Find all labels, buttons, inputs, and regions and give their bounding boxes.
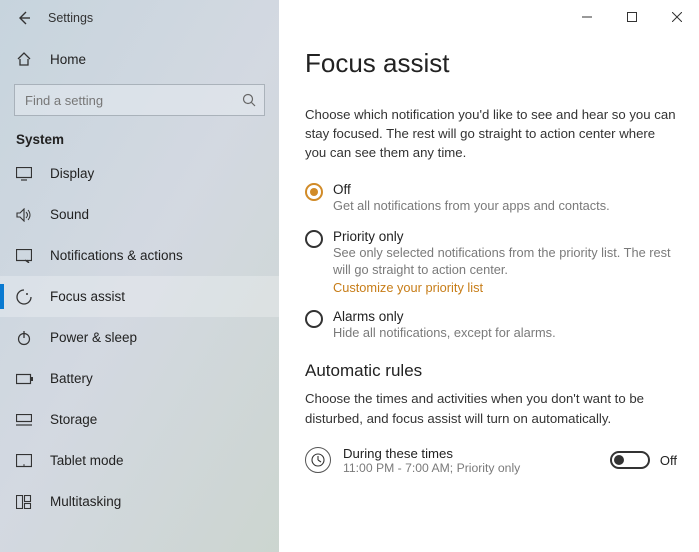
radio-title: Off xyxy=(333,182,610,197)
sidebar-item-label: Storage xyxy=(50,412,97,427)
radio-title: Alarms only xyxy=(333,309,556,324)
rule-toggle[interactable] xyxy=(610,451,650,469)
sidebar-item-multitasking[interactable]: Multitasking xyxy=(0,481,279,522)
sidebar-item-tablet[interactable]: Tablet mode xyxy=(0,440,279,481)
minimize-button[interactable] xyxy=(564,2,609,32)
rule-toggle-label: Off xyxy=(660,453,677,468)
sidebar-item-display[interactable]: Display xyxy=(0,153,279,194)
minimize-icon xyxy=(582,12,592,22)
sidebar-item-label: Sound xyxy=(50,207,89,222)
close-icon xyxy=(672,12,682,22)
sidebar: Settings Home System xyxy=(0,0,279,552)
sidebar-item-label: Focus assist xyxy=(50,289,125,304)
sidebar-item-home[interactable]: Home xyxy=(0,40,279,78)
sidebar-item-label: Tablet mode xyxy=(50,453,124,468)
home-icon xyxy=(16,51,36,67)
sidebar-item-focus-assist[interactable]: Focus assist xyxy=(0,276,279,317)
clock-icon xyxy=(305,447,331,473)
automatic-rules-heading: Automatic rules xyxy=(305,361,677,381)
focus-assist-icon xyxy=(16,289,36,305)
sound-icon xyxy=(16,208,36,222)
radio-option-off[interactable]: Off Get all notifications from your apps… xyxy=(305,182,677,214)
radio-icon xyxy=(305,230,323,248)
radio-option-alarms[interactable]: Alarms only Hide all notifications, exce… xyxy=(305,309,677,341)
sidebar-home-label: Home xyxy=(50,52,86,67)
sidebar-header: Settings xyxy=(0,0,279,36)
sidebar-item-label: Notifications & actions xyxy=(50,248,183,263)
arrow-left-icon xyxy=(16,10,32,26)
page-title: Focus assist xyxy=(305,48,677,79)
settings-window: Settings Home System xyxy=(0,0,699,552)
maximize-button[interactable] xyxy=(609,2,654,32)
window-body: Settings Home System xyxy=(0,0,699,552)
content-area[interactable]: Focus assist Choose which notification y… xyxy=(279,0,699,552)
search-icon xyxy=(242,93,256,107)
search-container xyxy=(0,78,279,126)
radio-subtitle: Hide all notifications, except for alarm… xyxy=(333,324,556,341)
sidebar-item-battery[interactable]: Battery xyxy=(0,358,279,399)
sidebar-item-label: Power & sleep xyxy=(50,330,137,345)
radio-icon xyxy=(305,183,323,201)
sidebar-item-label: Battery xyxy=(50,371,93,386)
search-input[interactable] xyxy=(23,92,242,109)
sidebar-item-power[interactable]: Power & sleep xyxy=(0,317,279,358)
sidebar-section-heading: System xyxy=(0,126,279,153)
power-icon xyxy=(16,330,36,346)
sidebar-item-label: Display xyxy=(50,166,94,181)
close-button[interactable] xyxy=(654,2,699,32)
battery-icon xyxy=(16,373,36,385)
sidebar-item-storage[interactable]: Storage xyxy=(0,399,279,440)
automatic-rules-description: Choose the times and activities when you… xyxy=(305,389,677,427)
display-icon xyxy=(16,167,36,181)
radio-icon xyxy=(305,310,323,328)
rule-during-times[interactable]: During these times 11:00 PM - 7:00 AM; P… xyxy=(305,438,677,483)
radio-title: Priority only xyxy=(333,229,673,244)
sidebar-nav: Display Sound Notifications & actions Fo… xyxy=(0,153,279,522)
customize-priority-link[interactable]: Customize your priority list xyxy=(333,280,483,295)
app-title: Settings xyxy=(48,11,93,25)
rule-title: During these times xyxy=(343,446,610,461)
sidebar-item-notifications[interactable]: Notifications & actions xyxy=(0,235,279,276)
search-box[interactable] xyxy=(14,84,265,116)
back-button[interactable] xyxy=(6,0,42,36)
sidebar-item-sound[interactable]: Sound xyxy=(0,194,279,235)
storage-icon xyxy=(16,414,36,426)
rule-subtitle: 11:00 PM - 7:00 AM; Priority only xyxy=(343,461,610,475)
page-description: Choose which notification you'd like to … xyxy=(305,105,677,162)
focus-mode-radio-group: Off Get all notifications from your apps… xyxy=(305,182,677,341)
sidebar-item-label: Multitasking xyxy=(50,494,121,509)
radio-subtitle: See only selected notifications from the… xyxy=(333,244,673,279)
multitasking-icon xyxy=(16,495,36,509)
tablet-icon xyxy=(16,454,36,468)
radio-subtitle: Get all notifications from your apps and… xyxy=(333,197,610,214)
maximize-icon xyxy=(627,12,637,22)
notifications-icon xyxy=(16,249,36,263)
radio-option-priority[interactable]: Priority only See only selected notifica… xyxy=(305,229,677,296)
window-titlebar xyxy=(279,0,699,34)
